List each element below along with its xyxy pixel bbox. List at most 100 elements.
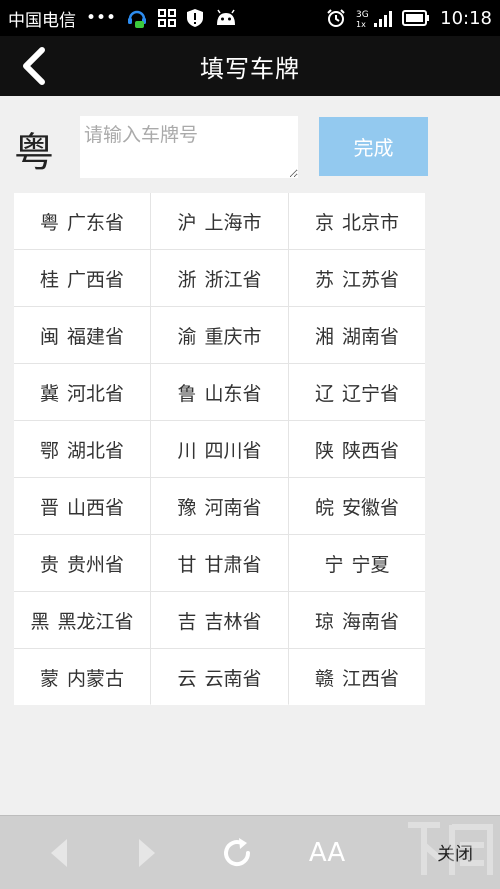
carrier-name: 中国电信 bbox=[8, 10, 76, 31]
province-name: 辽宁省 bbox=[342, 382, 400, 405]
province-name: 内蒙古 bbox=[67, 667, 125, 690]
plate-prefix-char[interactable]: 粤 bbox=[14, 120, 54, 178]
province-name: 黑龙江省 bbox=[57, 610, 134, 633]
province-name: 广东省 bbox=[67, 211, 125, 234]
province-abbr: 黑 bbox=[30, 610, 50, 633]
province-cell[interactable]: 宁宁夏 bbox=[289, 535, 425, 591]
battery-icon bbox=[402, 10, 430, 26]
province-abbr: 晋 bbox=[39, 496, 59, 519]
plate-number-input[interactable] bbox=[80, 116, 298, 178]
province-abbr: 鄂 bbox=[39, 439, 59, 462]
province-cell[interactable]: 晋山西省 bbox=[14, 478, 150, 534]
province-cell[interactable]: 豫河南省 bbox=[151, 478, 288, 534]
watermark-logo bbox=[408, 822, 493, 875]
province-abbr: 豫 bbox=[177, 496, 197, 519]
province-abbr: 云 bbox=[177, 667, 197, 690]
province-abbr: 贵 bbox=[39, 553, 59, 576]
province-abbr: 鲁 bbox=[177, 382, 197, 405]
province-abbr: 陕 bbox=[314, 439, 334, 462]
province-cell[interactable]: 桂广西省 bbox=[14, 250, 150, 306]
province-name: 宁夏 bbox=[351, 553, 390, 576]
alarm-clock-icon bbox=[326, 8, 346, 28]
province-cell[interactable]: 湘湖南省 bbox=[289, 307, 425, 363]
province-abbr: 湘 bbox=[314, 325, 334, 348]
back-button[interactable] bbox=[12, 44, 56, 88]
title-bar: 填写车牌 bbox=[0, 36, 500, 96]
province-name: 北京市 bbox=[342, 211, 400, 234]
chat-headset-icon bbox=[126, 7, 148, 29]
nav-forward-button[interactable] bbox=[122, 828, 172, 878]
province-name: 重庆市 bbox=[204, 325, 262, 348]
province-name: 海南省 bbox=[342, 610, 400, 633]
page-title: 填写车牌 bbox=[200, 54, 300, 83]
province-cell[interactable]: 冀河北省 bbox=[14, 364, 150, 420]
notification-dots: ••• bbox=[86, 8, 117, 28]
browser-toolbar: AA 关闭 bbox=[0, 815, 500, 889]
province-name: 江苏省 bbox=[342, 268, 400, 291]
province-abbr: 吉 bbox=[177, 610, 197, 633]
nav-back-button[interactable] bbox=[34, 828, 84, 878]
province-name: 吉林省 bbox=[204, 610, 262, 633]
province-cell[interactable]: 皖安徽省 bbox=[289, 478, 425, 534]
province-cell[interactable]: 云云南省 bbox=[151, 649, 288, 705]
province-cell[interactable]: 京北京市 bbox=[289, 193, 425, 249]
status-bar-right: 3G 1x 10:18 bbox=[326, 8, 492, 29]
province-name: 陕西省 bbox=[342, 439, 400, 462]
province-name: 福建省 bbox=[67, 325, 125, 348]
province-name: 浙江省 bbox=[204, 268, 262, 291]
province-abbr: 辽 bbox=[314, 382, 334, 405]
done-button[interactable]: 完成 bbox=[319, 117, 428, 176]
province-abbr: 宁 bbox=[324, 553, 344, 576]
province-name: 广西省 bbox=[67, 268, 125, 291]
province-name: 上海市 bbox=[204, 211, 262, 234]
province-cell[interactable]: 陕陕西省 bbox=[289, 421, 425, 477]
province-abbr: 渝 bbox=[177, 325, 197, 348]
province-name: 贵州省 bbox=[67, 553, 125, 576]
clock-time: 10:18 bbox=[440, 7, 492, 29]
status-bar-left: 中国电信 ••• bbox=[8, 6, 238, 31]
grid-apps-icon bbox=[158, 9, 177, 27]
province-abbr: 沪 bbox=[177, 211, 197, 234]
arrow-left-icon bbox=[51, 839, 67, 867]
province-abbr: 闽 bbox=[39, 325, 59, 348]
province-cell[interactable]: 琼海南省 bbox=[289, 592, 425, 648]
province-abbr: 桂 bbox=[39, 268, 59, 291]
province-cell[interactable]: 鲁山东省 bbox=[151, 364, 288, 420]
province-cell[interactable]: 赣江西省 bbox=[289, 649, 425, 705]
refresh-button[interactable] bbox=[212, 828, 262, 878]
font-size-button[interactable]: AA bbox=[300, 828, 354, 878]
province-name: 云南省 bbox=[204, 667, 262, 690]
province-cell[interactable]: 贵贵州省 bbox=[14, 535, 150, 591]
province-name: 江西省 bbox=[342, 667, 400, 690]
province-name: 山西省 bbox=[67, 496, 125, 519]
province-cell[interactable]: 辽辽宁省 bbox=[289, 364, 425, 420]
province-abbr: 蒙 bbox=[39, 667, 59, 690]
province-name: 四川省 bbox=[204, 439, 262, 462]
province-cell[interactable]: 黑黑龙江省 bbox=[14, 592, 150, 648]
province-cell[interactable]: 浙浙江省 bbox=[151, 250, 288, 306]
province-abbr: 甘 bbox=[177, 553, 197, 576]
province-grid: 粤广东省沪上海市京北京市桂广西省浙浙江省苏江苏省闽福建省渝重庆市湘湖南省冀河北省… bbox=[14, 193, 425, 705]
arrow-right-icon bbox=[139, 839, 155, 867]
province-abbr: 冀 bbox=[39, 382, 59, 405]
province-cell[interactable]: 蒙内蒙古 bbox=[14, 649, 150, 705]
province-cell[interactable]: 甘甘肃省 bbox=[151, 535, 288, 591]
province-abbr: 浙 bbox=[177, 268, 197, 291]
province-abbr: 皖 bbox=[314, 496, 334, 519]
province-abbr: 赣 bbox=[314, 667, 334, 690]
province-abbr: 琼 bbox=[314, 610, 334, 633]
network-type-label: 3G bbox=[356, 10, 369, 20]
province-name: 河北省 bbox=[67, 382, 125, 405]
province-cell[interactable]: 粤广东省 bbox=[14, 193, 150, 249]
province-cell[interactable]: 苏江苏省 bbox=[289, 250, 425, 306]
province-cell[interactable]: 鄂湖北省 bbox=[14, 421, 150, 477]
province-cell[interactable]: 渝重庆市 bbox=[151, 307, 288, 363]
province-name: 河南省 bbox=[204, 496, 262, 519]
province-cell[interactable]: 吉吉林省 bbox=[151, 592, 288, 648]
plate-input-row: 粤 完成 bbox=[0, 96, 500, 192]
province-cell[interactable]: 沪上海市 bbox=[151, 193, 288, 249]
province-name: 山东省 bbox=[204, 382, 262, 405]
province-name: 湖南省 bbox=[342, 325, 400, 348]
province-cell[interactable]: 闽福建省 bbox=[14, 307, 150, 363]
province-cell[interactable]: 川四川省 bbox=[151, 421, 288, 477]
